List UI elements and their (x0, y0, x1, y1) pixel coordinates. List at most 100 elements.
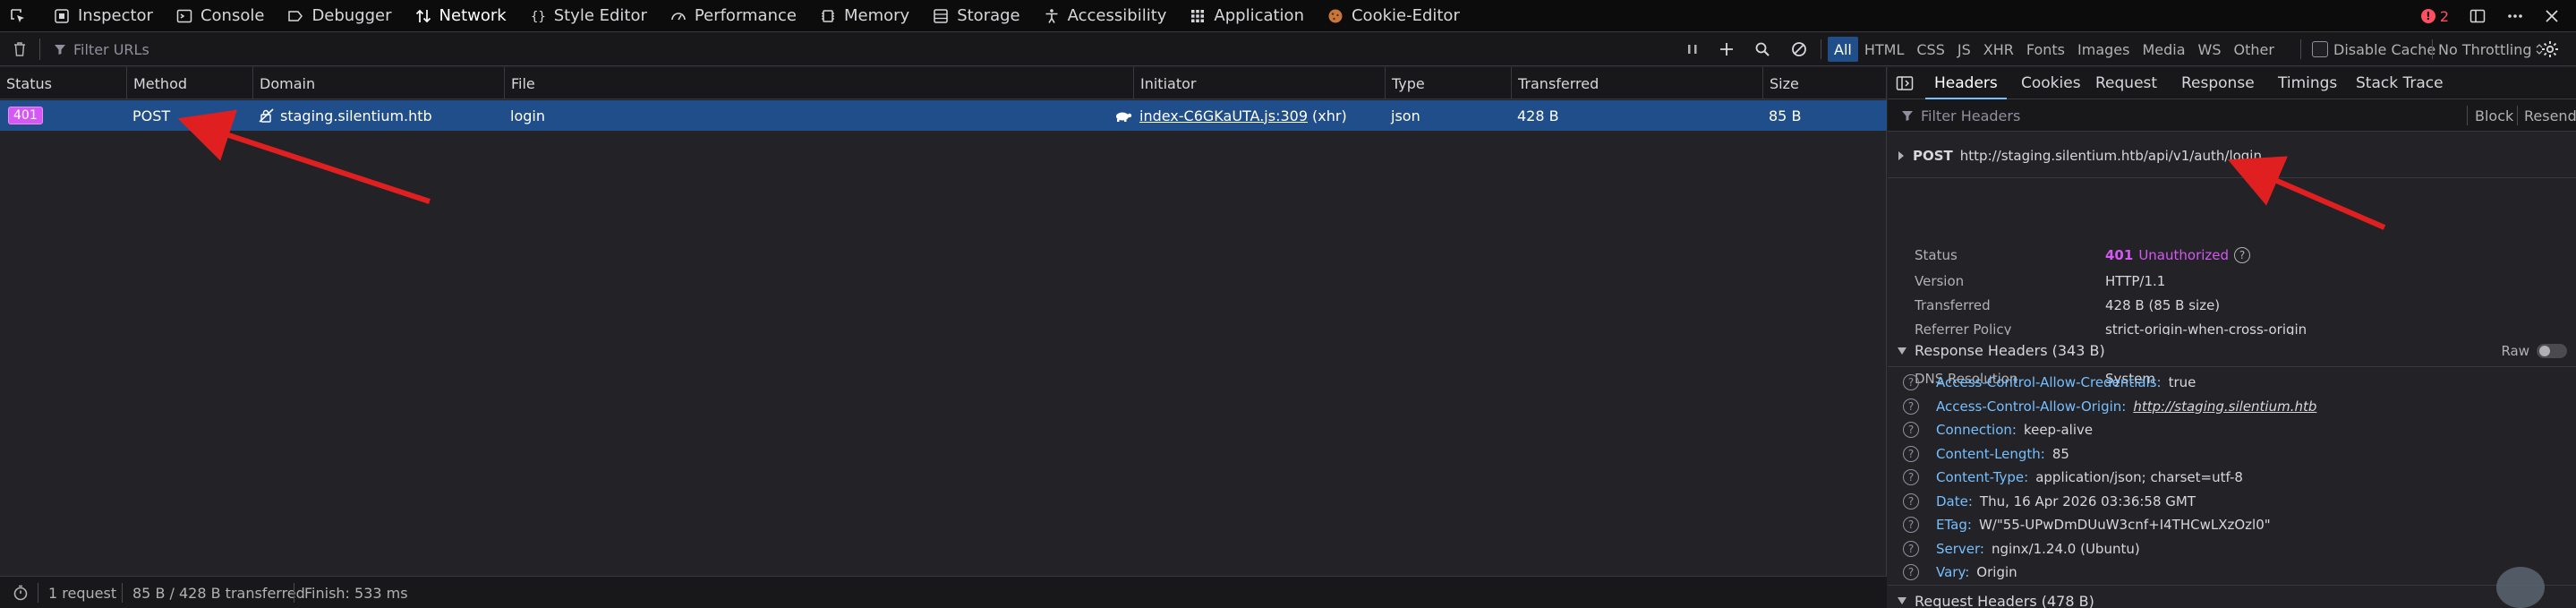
request-url-row[interactable]: POST http://staging.silentium.htb/api/v1… (1888, 133, 2576, 178)
response-header-row[interactable]: ? Content-Length: 85 (1888, 442, 2069, 466)
tab-performance[interactable]: Performance (660, 0, 809, 32)
more-options-icon[interactable] (2506, 7, 2524, 25)
header-name: Vary: (1936, 564, 1970, 580)
header-help-icon[interactable]: ? (1903, 445, 1919, 462)
filter-type-all[interactable]: All (1828, 37, 1858, 62)
tab-response[interactable]: Response (2181, 67, 2255, 99)
header-help-icon[interactable]: ? (1903, 398, 1919, 415)
header-name: Date: (1936, 492, 1973, 510)
header-value: Thu, 16 Apr 2026 03:36:58 GMT (1979, 492, 2196, 510)
response-header-row[interactable]: ? ETag: W/"55-UPwDmDUuW3cnf+I4THCwLXzOzl0" (1888, 513, 2271, 536)
column-header-status[interactable]: Status (0, 67, 126, 99)
response-header-row[interactable]: ? Server: nginx/1.24.0 (Ubuntu) (1888, 537, 2140, 561)
filter-type-js[interactable]: JS (1951, 37, 1977, 62)
pause-button[interactable] (1685, 32, 1700, 66)
pause-icon (1688, 45, 1697, 54)
filter-type-other[interactable]: Other (2228, 37, 2281, 62)
header-help-icon[interactable]: ? (1903, 564, 1919, 580)
method-cell: POST (132, 107, 171, 124)
request-headers-section-header[interactable]: Request Headers (478 B) (1888, 585, 2576, 608)
dock-toggle-icon[interactable] (2469, 7, 2486, 25)
tab-memory[interactable]: Memory (809, 0, 922, 32)
request-url[interactable]: http://staging.silentium.htb/api/v1/auth… (1960, 148, 2262, 164)
sidebar-toggle-icon (1896, 76, 1914, 90)
tab-timings[interactable]: Timings (2278, 67, 2337, 99)
request-blocking-button[interactable] (1791, 32, 1807, 66)
tab-storage[interactable]: Storage (922, 0, 1032, 32)
toggle-sidebar-button[interactable] (1896, 67, 1914, 99)
response-header-row[interactable]: ? Access-Control-Allow-Credentials: true (1888, 371, 2196, 394)
element-picker-button[interactable] (0, 0, 36, 32)
tab-label: Style Editor (553, 6, 647, 25)
network-filter-bar: Filter URLs All HTML CSS JS XHR Fonts Images Me… (0, 32, 2576, 66)
filter-type-fonts[interactable]: Fonts (2020, 37, 2071, 62)
disable-cache-toggle[interactable]: Disable Cache (2312, 32, 2435, 66)
response-header-row[interactable]: ? Date: Thu, 16 Apr 2026 03:36:58 GMT (1888, 490, 2196, 513)
filter-type-ws[interactable]: WS (2192, 37, 2228, 62)
header-help-icon[interactable]: ? (1903, 492, 1919, 510)
status-help-icon[interactable]: ? (2234, 247, 2251, 263)
column-header-method[interactable]: Method (126, 67, 252, 99)
tab-application[interactable]: Application (1179, 0, 1317, 32)
filter-urls-field[interactable]: Filter URLs (54, 32, 149, 66)
plus-icon (1720, 43, 1733, 56)
response-header-row[interactable]: ? Vary: Origin (1888, 561, 2017, 584)
column-header-type[interactable]: Type (1385, 67, 1511, 99)
header-help-icon[interactable]: ? (1903, 469, 1919, 485)
throttling-select[interactable]: No Throttling (2438, 32, 2543, 66)
trash-icon (14, 42, 25, 56)
filter-headers-field[interactable]: Filter Headers (1901, 99, 2020, 132)
tab-label: Application (1214, 6, 1304, 25)
filter-type-xhr[interactable]: XHR (1977, 37, 2020, 62)
tab-cookie-editor[interactable]: Cookie-Editor (1317, 0, 1472, 32)
search-button[interactable] (1754, 32, 1770, 66)
response-header-row[interactable]: ? Access-Control-Allow-Origin: http://stag… (1888, 395, 2316, 418)
tab-inspector[interactable]: Inspector (43, 0, 166, 32)
close-icon[interactable] (2544, 8, 2560, 24)
initiator-cell: index-C6GKaUTA.js:309 (xhr) (1133, 100, 1347, 131)
filter-type-media[interactable]: Media (2136, 37, 2191, 62)
tab-style-editor[interactable]: {} Style Editor (519, 0, 660, 32)
raw-toggle[interactable] (2537, 343, 2567, 358)
header-help-icon[interactable]: ? (1903, 517, 1919, 533)
response-header-row[interactable]: ? Connection: keep-alive (1888, 418, 2093, 441)
response-headers-section-header[interactable]: Response Headers (343 B) Raw (1888, 335, 2576, 367)
header-value[interactable]: http://staging.silentium.htb (2133, 398, 2316, 415)
response-header-row[interactable]: ? Content-Type: application/json; charset=… (1888, 466, 2243, 489)
column-header-initiator[interactable]: Initiator (1133, 67, 1385, 99)
initiator-link[interactable]: index-C6GKaUTA.js:309 (1139, 107, 1308, 124)
network-settings-button[interactable] (2540, 32, 2560, 66)
tab-cookies[interactable]: Cookies (2021, 67, 2081, 99)
tab-request[interactable]: Request (2095, 67, 2157, 99)
tab-stack-trace[interactable]: Stack Trace (2356, 67, 2444, 99)
performance-analysis-button[interactable] (12, 577, 30, 608)
clear-log-button[interactable] (11, 32, 29, 66)
screenshot-capture-avatar[interactable] (2496, 567, 2545, 608)
raw-toggle-label: Raw (2501, 342, 2529, 359)
header-help-icon[interactable]: ? (1903, 540, 1919, 557)
filter-type-html[interactable]: HTML (1858, 37, 1911, 62)
column-header-size[interactable]: Size (1762, 67, 1887, 99)
disable-cache-checkbox[interactable] (2312, 41, 2328, 57)
header-help-icon[interactable]: ? (1903, 422, 1919, 438)
status-badge: 401 (8, 107, 43, 124)
tab-console[interactable]: Console (166, 0, 277, 32)
column-header-domain[interactable]: Domain (252, 67, 504, 99)
column-header-transferred[interactable]: Transferred (1511, 67, 1762, 99)
tab-accessibility[interactable]: Accessibility (1033, 0, 1180, 32)
filter-type-css[interactable]: CSS (1910, 37, 1950, 62)
tab-headers[interactable]: Headers (1925, 67, 2007, 99)
add-blocking-button[interactable] (1719, 32, 1735, 66)
error-count-badge[interactable]: ! 2 (2420, 8, 2449, 25)
summary-value: 401 Unauthorized? (2105, 247, 2251, 263)
column-header-file[interactable]: File (504, 67, 1133, 99)
tab-label: Console (200, 6, 265, 25)
tab-debugger[interactable]: Debugger (277, 0, 404, 32)
filter-type-images[interactable]: Images (2071, 37, 2136, 62)
resend-button[interactable]: Resend (2524, 99, 2576, 132)
table-row[interactable]: 401 POST staging.silentium.htb login ind… (0, 100, 1887, 131)
header-help-icon[interactable]: ? (1903, 374, 1919, 390)
tab-network[interactable]: Network (405, 0, 519, 32)
tab-label: Accessibility (1067, 6, 1167, 25)
block-button[interactable]: Block (2475, 99, 2513, 132)
